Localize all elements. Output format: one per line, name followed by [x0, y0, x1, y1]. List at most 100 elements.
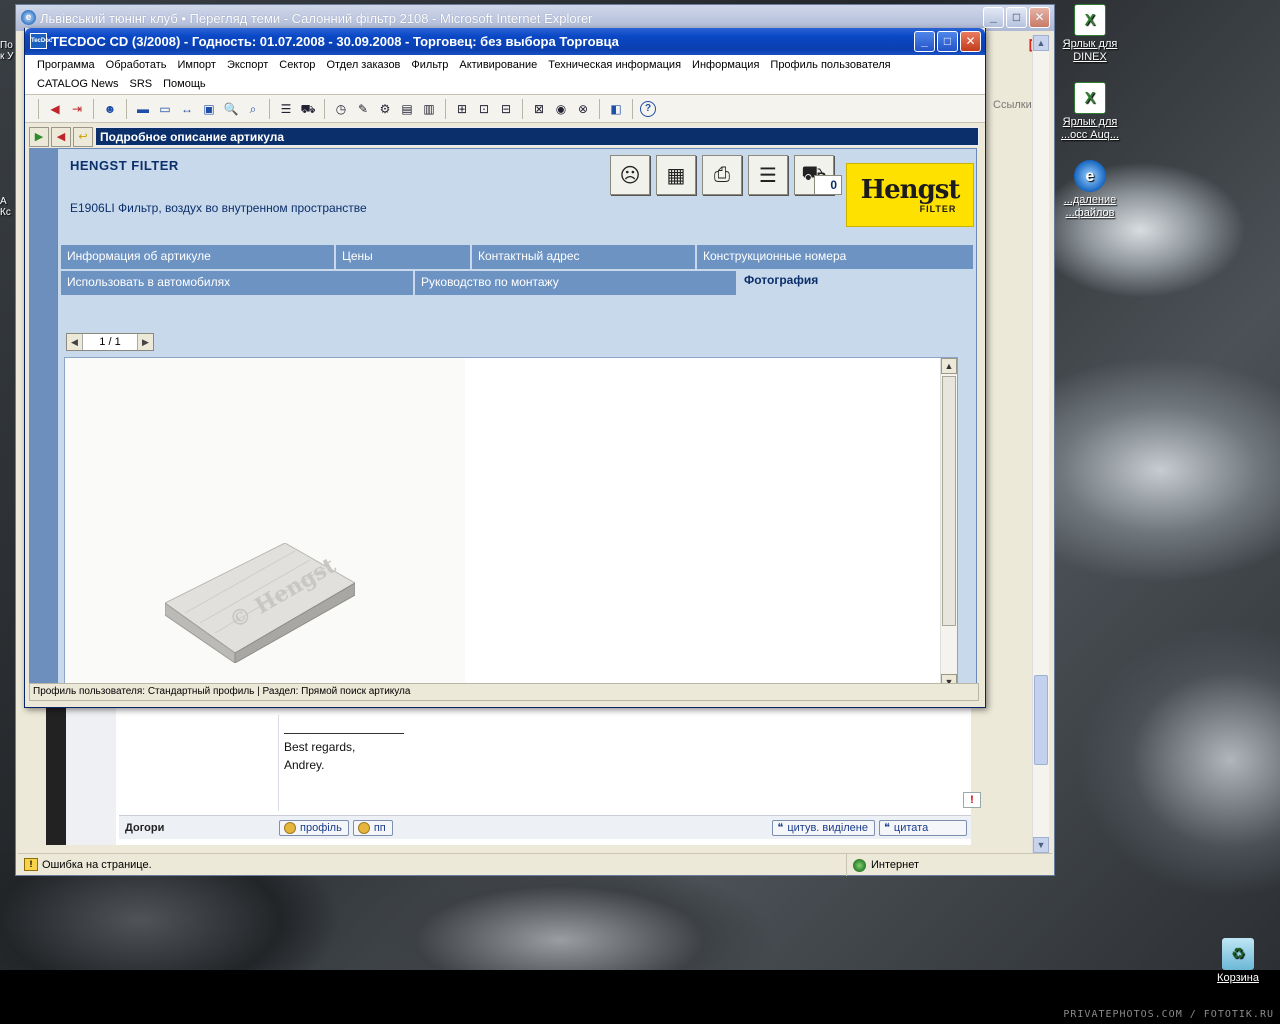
menu-srs[interactable]: SRS: [126, 75, 160, 94]
list-add-icon: ☰: [759, 164, 777, 187]
print-button[interactable]: ⎙: [702, 155, 742, 195]
tab-vehicle-usage[interactable]: Использовать в автомобилях: [61, 271, 415, 295]
cross-icon[interactable]: ⊗: [574, 100, 592, 118]
menu-activation[interactable]: Активирование: [455, 56, 544, 75]
toolbar-separator: [38, 98, 39, 119]
person-info-button[interactable]: ☹: [610, 155, 650, 195]
wrench-icon[interactable]: ✎: [354, 100, 372, 118]
menu-catalog-news[interactable]: CATALOG News: [33, 75, 126, 94]
menu-orders[interactable]: Отдел заказов: [322, 56, 407, 75]
cabin-filter-image: © Hengst: [165, 543, 355, 663]
toolbar-separator: [93, 98, 94, 119]
users-icon: [357, 821, 370, 834]
tab-prices[interactable]: Цены: [336, 245, 472, 269]
list-icon[interactable]: ☰: [277, 100, 295, 118]
previous-page-icon[interactable]: ◀: [67, 334, 83, 350]
profile-button[interactable]: профіль: [279, 819, 349, 836]
desktop-icon-ie-delete[interactable]: e ...даление ...файлов: [1052, 160, 1128, 220]
search-list-icon[interactable]: ⌕: [244, 100, 262, 118]
minimize-button[interactable]: _: [914, 31, 935, 52]
desktop-icon-dinex[interactable]: X Ярлык для DINEX: [1052, 4, 1128, 64]
truck-icon[interactable]: ▣: [200, 100, 218, 118]
diagram-icon[interactable]: ⊟: [497, 100, 515, 118]
quote-button[interactable]: ❝ цитата: [879, 819, 967, 836]
back-arrow-icon[interactable]: ◀: [46, 100, 64, 118]
parts-icon[interactable]: ⚙: [376, 100, 394, 118]
menu-user-profile[interactable]: Профиль пользователя: [766, 56, 897, 75]
globe-icon: [853, 858, 866, 872]
menu-sector[interactable]: Сектор: [275, 56, 322, 75]
search-icon[interactable]: 🔍: [222, 100, 240, 118]
cart-icon[interactable]: ⛟: [299, 100, 317, 118]
tab-installation-guide[interactable]: Руководство по монтажу: [415, 271, 738, 295]
image-icon[interactable]: ▤: [398, 100, 416, 118]
brand-logo: Hengst FILTER: [846, 163, 974, 227]
photo-vertical-scrollbar[interactable]: ▲ ▼: [940, 358, 957, 690]
truck-axle-icon[interactable]: ↔: [178, 100, 196, 118]
tab-photo[interactable]: Фотография: [738, 271, 975, 295]
tree-icon[interactable]: ⊞: [453, 100, 471, 118]
book-icon[interactable]: ▥: [420, 100, 438, 118]
wheel-icon[interactable]: ◉: [552, 100, 570, 118]
scroll-up-arrow-icon[interactable]: ▲: [1033, 35, 1049, 51]
menu-program[interactable]: Программа: [33, 56, 102, 75]
menu-info[interactable]: Информация: [688, 56, 766, 75]
tecdoc-window-title: TECDOC CD (3/2008) - Годность: 01.07.200…: [51, 34, 619, 49]
toolbar: ◀ ⇥ ☻ ▬ ▭ ↔ ▣ 🔍 ⌕ ☰ ⛟ ◷ ✎ ⚙ ▤ ▥ ⊞ ⊡ ⊟ ⊠ …: [25, 95, 985, 123]
ie-vertical-scrollbar[interactable]: ▲ ▼: [1032, 35, 1049, 853]
tecdoc-title-bar[interactable]: TecDoc TECDOC CD (3/2008) - Годность: 01…: [25, 28, 985, 55]
info-person-icon[interactable]: ☻: [101, 100, 119, 118]
desktop-icon-recycle-bin[interactable]: ♻ Корзина: [1200, 938, 1276, 985]
ie-app-icon: e: [21, 10, 36, 25]
zone-text: Интернет: [871, 859, 919, 871]
table-button[interactable]: ▦: [656, 155, 696, 195]
menu-help[interactable]: Помощь: [159, 75, 213, 94]
menu-process[interactable]: Обработать: [102, 56, 174, 75]
scroll-up-arrow-icon[interactable]: ▲: [941, 358, 957, 374]
help-icon[interactable]: ?: [640, 100, 656, 117]
tab-contact-address[interactable]: Контактный адрес: [472, 245, 697, 269]
exit-door-icon[interactable]: ⇥: [68, 100, 86, 118]
new-icon[interactable]: ◧: [607, 100, 625, 118]
return-arrow-icon[interactable]: ↩: [73, 126, 93, 147]
menu-filter[interactable]: Фильтр: [407, 56, 455, 75]
car-icon[interactable]: ▬: [134, 100, 152, 118]
quantity-field[interactable]: 0: [814, 175, 842, 195]
tab-article-info[interactable]: Информация об артикуле: [61, 245, 336, 269]
scroll-thumb[interactable]: [1034, 675, 1048, 765]
close-button[interactable]: ✕: [1029, 7, 1050, 28]
tecdoc-window: TecDoc TECDOC CD (3/2008) - Годность: 01…: [24, 28, 986, 708]
left-strip: [29, 148, 57, 692]
warning-icon[interactable]: !: [24, 858, 38, 871]
forward-play-icon[interactable]: ▶: [29, 126, 49, 147]
quote-icon: ❝: [884, 822, 890, 834]
scroll-down-arrow-icon[interactable]: ▼: [1033, 837, 1049, 853]
report-post-button[interactable]: !: [963, 792, 981, 808]
tab-construction-numbers[interactable]: Конструкционные номера: [697, 245, 975, 269]
menu-tech-info[interactable]: Техническая информация: [544, 56, 688, 75]
user-icon: [284, 821, 296, 834]
list-add-button[interactable]: ☰: [748, 155, 788, 195]
axle-icon[interactable]: ▭: [156, 100, 174, 118]
menu-export[interactable]: Экспорт: [223, 56, 275, 75]
private-message-button[interactable]: пп: [352, 819, 393, 836]
forum-author-column: [66, 695, 119, 845]
left-cut-label-1: По: [0, 40, 13, 51]
compare-icon[interactable]: ⊠: [530, 100, 548, 118]
close-button[interactable]: ✕: [960, 31, 981, 52]
quote-selected-button[interactable]: ❝ цитув. виділене: [772, 819, 875, 836]
desktop-icon-excel-2[interactable]: X Ярлык для ...осс Auq...: [1052, 82, 1128, 142]
recycle-bin-icon: ♻: [1222, 938, 1254, 970]
minimize-button[interactable]: _: [983, 7, 1004, 28]
clock-icon[interactable]: ◷: [332, 100, 350, 118]
menu-import[interactable]: Импорт: [173, 56, 222, 75]
exploded-view-icon[interactable]: ⊡: [475, 100, 493, 118]
maximize-button[interactable]: □: [1006, 7, 1027, 28]
next-page-icon[interactable]: ▶: [137, 334, 153, 350]
back-to-top-link[interactable]: Догори: [119, 822, 279, 834]
scroll-thumb[interactable]: [942, 376, 956, 626]
signature-divider: [284, 733, 404, 734]
internet-explorer-icon: e: [1074, 160, 1106, 192]
back-arrow-icon[interactable]: ◀: [51, 126, 71, 147]
maximize-button[interactable]: □: [937, 31, 958, 52]
